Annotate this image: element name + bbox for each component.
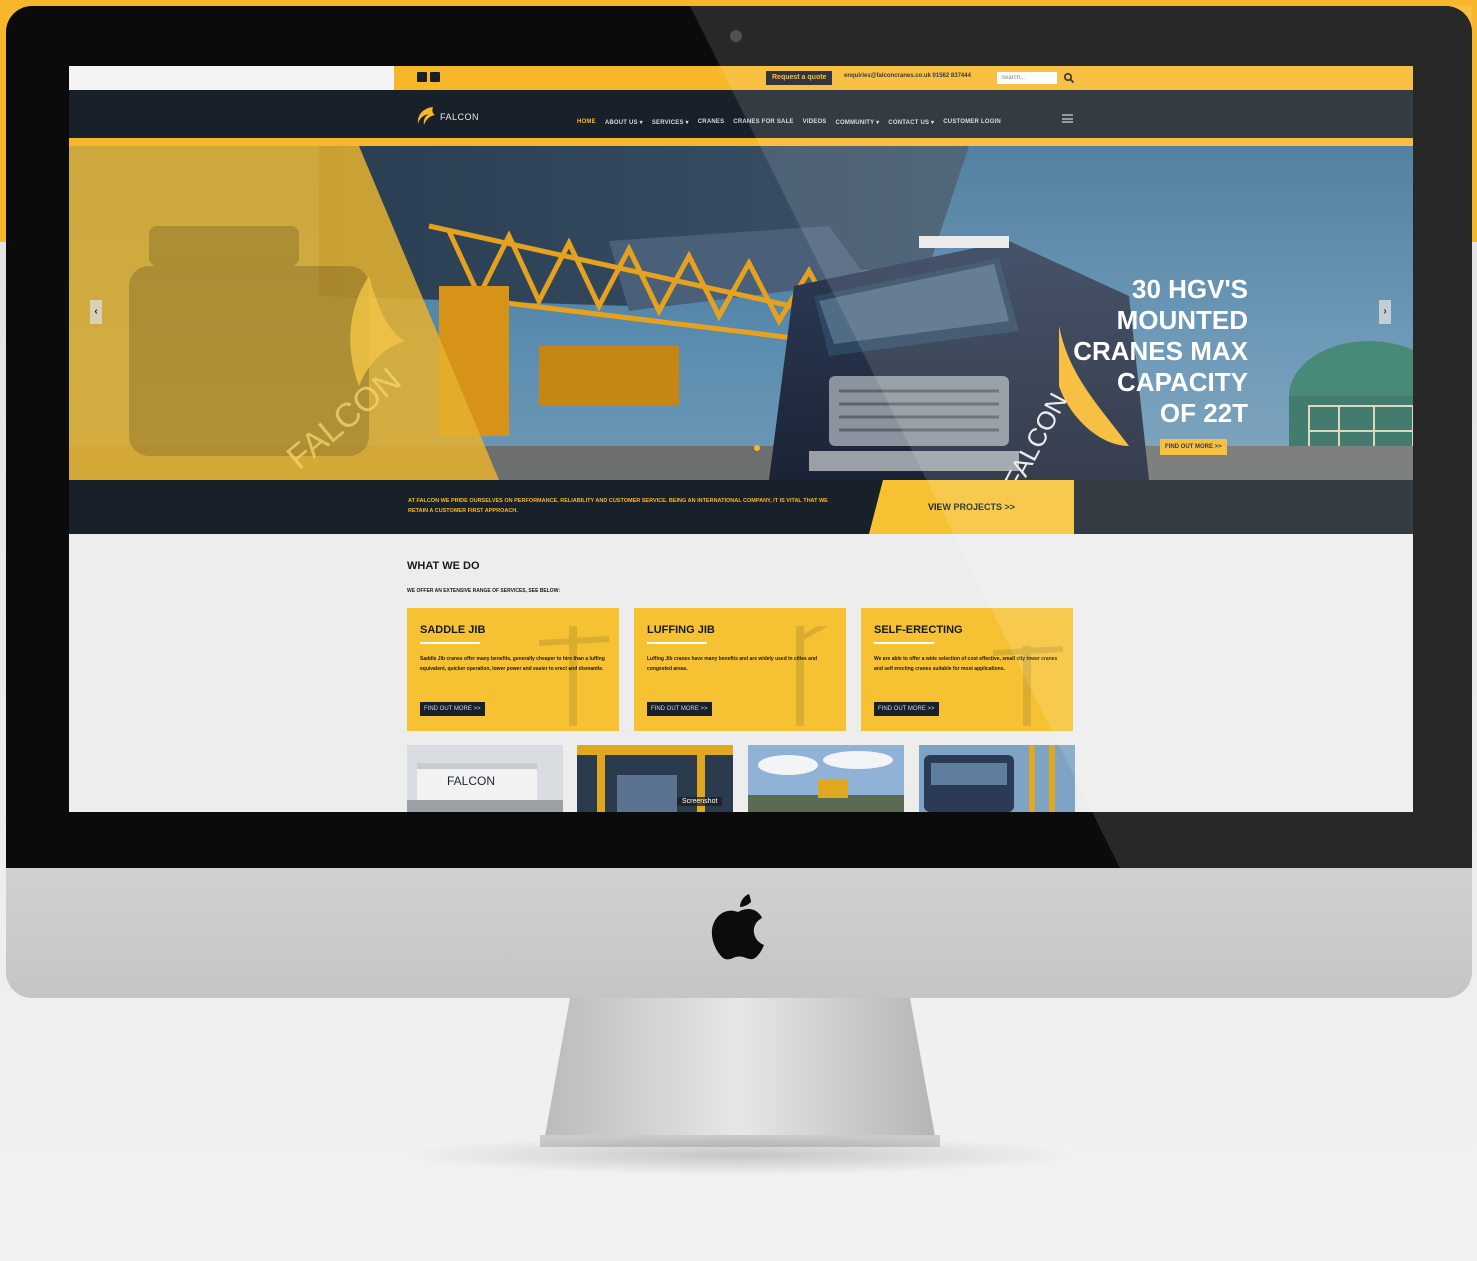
hero-title: 30 HGV'S MOUNTED CRANES MAX CAPACITY OF … [1028,274,1248,429]
intro-text: AT FALCON WE PRIDE OURSELVES ON PERFORMA… [408,498,828,514]
monitor-stand [540,998,940,1147]
card-description: Saddle Jib cranes offer many benefits, g… [420,656,605,672]
nav-item[interactable]: ABOUT US ▾ [605,119,643,126]
menu-icon[interactable] [1062,114,1073,123]
service-card-saddle-jib[interactable]: SADDLE JIB Saddle Jib cranes offer many … [407,608,619,731]
nav-item[interactable]: VIDEOS [803,119,827,126]
nav-item[interactable]: CONTACT US ▾ [888,119,934,126]
gallery-thumbnail[interactable]: Screenshot [577,745,733,812]
view-projects-button[interactable]: VIEW PROJECTS >> [869,480,1074,534]
crane-watermark-icon [796,626,829,726]
what-we-do-subtitle: WE OFFER AN EXTENSIVE RANGE OF SERVICES,… [407,588,560,594]
card-title: SADDLE JIB [420,624,486,636]
camera-icon [730,30,742,42]
hero-title-line: MOUNTED [1116,305,1248,335]
hero-title-line: 30 HGV'S [1131,274,1248,304]
card-description: We are able to offer a wide selection of… [874,656,1058,672]
nav-item[interactable]: COMMUNITY ▾ [836,119,880,126]
card-find-out-more-button[interactable]: FIND OUT MORE >> [420,702,485,716]
what-we-do-title: WHAT WE DO [407,560,480,572]
nav-item[interactable]: CRANES [698,119,725,126]
twitter-icon[interactable] [430,72,440,82]
falcon-logo[interactable]: FALCON [415,104,479,130]
card-find-out-more-button[interactable]: FIND OUT MORE >> [647,702,712,716]
facebook-icon[interactable] [417,72,427,82]
thumbnail-image [919,745,1075,812]
thumbnail-image [748,745,904,812]
social-links [417,72,440,82]
falcon-logo-icon [417,107,435,125]
website-screen: Request a quote enquiries@falconcranes.c… [69,66,1413,812]
crane-watermark-icon [993,646,1063,726]
request-quote-button[interactable]: Request a quote [766,71,833,85]
contact-email[interactable]: enquiries@falconcranes.co.uk 01562 83744… [844,73,971,79]
screenshot-label: Screenshot [677,797,723,806]
primary-navigation: HOME ABOUT US ▾ SERVICES ▾ CRANES CRANES FOR… [577,119,1001,126]
apple-logo-icon [711,894,764,960]
card-divider [874,642,934,644]
stand-shadow [400,1135,1080,1175]
nav-item[interactable]: CRANES FOR SALE [733,119,793,126]
gallery-thumbnail[interactable] [919,745,1075,812]
svg-text:FALCON: FALCON [447,774,495,788]
gallery-thumbnail[interactable] [748,745,904,812]
hero-title-line: CAPACITY [1117,367,1248,397]
card-find-out-more-button[interactable]: FIND OUT MORE >> [874,702,939,716]
top-bar-left-blank [69,66,394,90]
crane-watermark-icon [539,626,609,726]
nav-item[interactable]: CUSTOMER LOGIN [943,119,1001,126]
gallery-thumbnail[interactable]: FALCON [407,745,563,812]
card-title: LUFFING JIB [647,624,715,636]
hero-find-out-more-button[interactable]: FIND OUT MORE >> [1160,439,1227,455]
hero-title-line: OF 22T [1159,398,1248,428]
card-description: Luffing Jib cranes have many benefits an… [647,656,818,672]
main-navbar [69,90,1413,138]
hero-slider: FALCON FALCON 30 HGV'S MOUNTED CRANES MA… [69,146,1413,480]
slider-prev-arrow-icon[interactable]: ‹ [90,300,102,324]
nav-item[interactable]: SERVICES ▾ [652,119,689,126]
search-input[interactable] [997,72,1057,84]
search-icon[interactable] [1063,72,1075,84]
nav-accent-stripe [69,138,1413,146]
service-card-self-erecting[interactable]: SELF-ERECTING We are able to offer a wid… [861,608,1073,731]
card-title: SELF-ERECTING [874,624,963,636]
nav-item[interactable]: HOME [577,119,596,126]
card-divider [647,642,707,644]
logo-text: FALCON [440,112,480,122]
service-card-luffing-jib[interactable]: LUFFING JIB Luffing Jib cranes have many… [634,608,846,731]
hero-title-line: CRANES MAX [1073,336,1248,366]
thumbnail-image: FALCON [407,745,563,812]
slider-next-arrow-icon[interactable]: › [1379,300,1391,324]
card-divider [420,642,480,644]
